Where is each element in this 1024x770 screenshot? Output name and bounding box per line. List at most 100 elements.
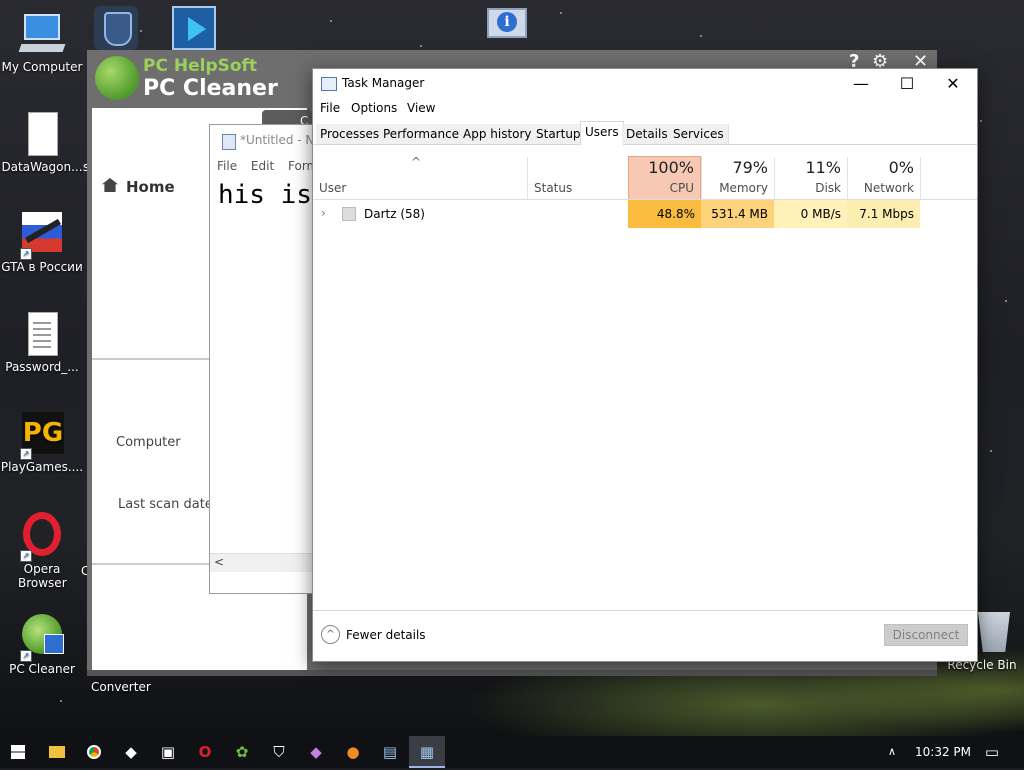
shortcut-arrow-icon: ↗ [20, 650, 32, 662]
column-status[interactable]: Status [534, 181, 572, 195]
desktop-icon-my-computer[interactable]: My Computer [0, 10, 84, 74]
desktop-icon-label: My Computer [1, 60, 83, 74]
desktop-icon-password[interactable]: Password_... [0, 310, 84, 374]
scroll-left-arrow[interactable]: < [214, 555, 224, 569]
shortcut-arrow-icon: ↗ [20, 550, 32, 562]
notifications-icon[interactable]: ▭ [976, 736, 1008, 768]
menu-file[interactable]: File [217, 159, 237, 173]
tab-services[interactable]: Services [669, 124, 729, 144]
disconnect-button[interactable]: Disconnect [884, 624, 968, 646]
desktop-icon-gta[interactable]: ↗ GTA в России [0, 210, 84, 274]
play-app-icon[interactable] [172, 6, 216, 50]
desktop-icon-label: PlayGames.... [0, 460, 84, 474]
fewer-details-link[interactable]: Fewer details [346, 628, 426, 642]
task-manager-taskbar-icon[interactable]: ▦ [409, 736, 445, 768]
recycle-bin-icon [978, 612, 1010, 652]
column-cpu: CPU [669, 181, 694, 195]
user-avatar-icon [342, 207, 356, 221]
notepad-icon [222, 134, 236, 150]
menu-file[interactable]: File [320, 101, 340, 115]
desktop-icon-opera[interactable]: ↗ Opera Browser [0, 512, 84, 590]
notepad-title: *Untitled - No [240, 133, 322, 147]
tab-details[interactable]: Details [622, 124, 673, 144]
gta-game-icon: ↗ [18, 210, 66, 260]
notepad-window[interactable]: *Untitled - No File Edit Form his is < [209, 124, 322, 594]
tab-bar: Processes Performance App history Startu… [313, 121, 977, 146]
column-disk-percent[interactable]: 11% [774, 158, 841, 177]
footer-divider [313, 610, 977, 611]
chevron-up-icon[interactable]: ∧ [880, 736, 904, 768]
tab-users[interactable]: Users [580, 121, 624, 146]
app-taskbar-icon[interactable]: ▣ [150, 736, 186, 768]
taskbar: ◆ ▣ O ✿ ⛉ ◆ ● ▤ ▦ ∧ 10:32 PM ▭ [0, 736, 1024, 768]
desktop-icon-pc-cleaner[interactable]: ↗ PC Cleaner [0, 612, 84, 676]
menu-edit[interactable]: Edit [251, 159, 274, 173]
cell-cpu: 48.8% [628, 200, 701, 228]
column-disk[interactable]: Disk [774, 181, 841, 195]
menu-view[interactable]: View [407, 101, 435, 115]
info-monitor-icon[interactable]: i [485, 6, 529, 46]
computer-label: Computer [116, 435, 181, 450]
desktop-icon-label: PC Cleaner [9, 662, 75, 676]
column-memory-percent[interactable]: 79% [701, 158, 768, 177]
file-explorer-taskbar-icon[interactable] [39, 736, 75, 768]
defender-taskbar-icon[interactable]: ⛉ [261, 736, 297, 768]
shield-taskbar-icon[interactable]: ◆ [113, 736, 149, 768]
close-button[interactable]: ✕ [931, 71, 975, 97]
desktop-icon-label: DataWagon... [1, 160, 83, 174]
notepad-taskbar-icon[interactable]: ▤ [372, 736, 408, 768]
pc-cleaner-logo-icon [95, 56, 139, 100]
expand-chevron-icon[interactable]: › [321, 206, 326, 220]
maximize-button[interactable]: ☐ [885, 71, 929, 97]
window-title: Task Manager [342, 76, 425, 90]
minimize-button[interactable]: — [839, 71, 883, 97]
clock[interactable]: 10:32 PM [915, 736, 971, 768]
chrome-taskbar-icon[interactable] [76, 736, 112, 768]
windows-logo-icon [11, 745, 25, 759]
brand-top-text: PC HelpSoft [143, 56, 258, 76]
menu-options[interactable]: Options [351, 101, 397, 115]
home-nav-item[interactable]: Home [102, 178, 175, 196]
shortcut-arrow-icon: ↗ [20, 248, 32, 260]
app-taskbar-icon-2[interactable]: ◆ [298, 736, 334, 768]
app-taskbar-icon-3[interactable]: ● [335, 736, 371, 768]
tab-processes[interactable]: Processes [316, 124, 385, 144]
pc-cleaner-footer [87, 670, 937, 676]
computer-icon [18, 10, 66, 58]
brand-bottom-text: PC Cleaner [143, 76, 278, 101]
column-network[interactable]: Network [847, 181, 914, 195]
cell-disk: 0 MB/s [774, 200, 847, 228]
shield-app-icon[interactable] [94, 6, 138, 50]
column-memory[interactable]: Memory [701, 181, 768, 195]
tab-app-history[interactable]: App history [459, 124, 537, 144]
desktop-icon-label-converter[interactable]: Converter [91, 680, 151, 694]
cell-network: 7.1 Mbps [847, 200, 920, 228]
notepad-menu: File Edit Form [217, 159, 318, 173]
desktop-icon-label: Password_... [5, 360, 79, 374]
playgames-icon: PG ↗ [18, 410, 66, 460]
opera-icon: ↗ [18, 512, 66, 562]
opera-taskbar-icon[interactable]: O [187, 736, 223, 768]
tab-performance[interactable]: Performance [379, 124, 465, 144]
desktop-icon-playgames[interactable]: PG ↗ PlayGames.... [0, 410, 84, 474]
start-button[interactable] [0, 736, 36, 768]
desktop-icon-label: Opera Browser [18, 562, 67, 590]
desktop-icon-datawagon[interactable]: DataWagon... [0, 110, 84, 174]
pc-cleaner-icon: ↗ [18, 612, 66, 662]
column-separator [527, 157, 528, 199]
column-network-percent[interactable]: 0% [847, 158, 914, 177]
text-file-icon [18, 310, 66, 358]
horizontal-scrollbar[interactable]: < [210, 553, 320, 572]
home-label: Home [126, 178, 175, 196]
task-manager-window[interactable]: Task Manager — ☐ ✕ File Options View Pro… [312, 68, 978, 662]
notepad-text-area[interactable]: his is [218, 180, 312, 210]
pc-cleaner-taskbar-icon[interactable]: ✿ [224, 736, 260, 768]
column-user[interactable]: User [319, 181, 346, 195]
tab-startup[interactable]: Startup [532, 124, 586, 144]
cell-memory: 531.4 MB [701, 200, 774, 228]
column-separator [920, 157, 921, 199]
document-icon [18, 110, 66, 158]
desktop-icon-label: GTA в России [1, 260, 83, 274]
chevron-up-icon[interactable]: ^ [321, 625, 340, 644]
user-name: Dartz (58) [364, 207, 425, 221]
